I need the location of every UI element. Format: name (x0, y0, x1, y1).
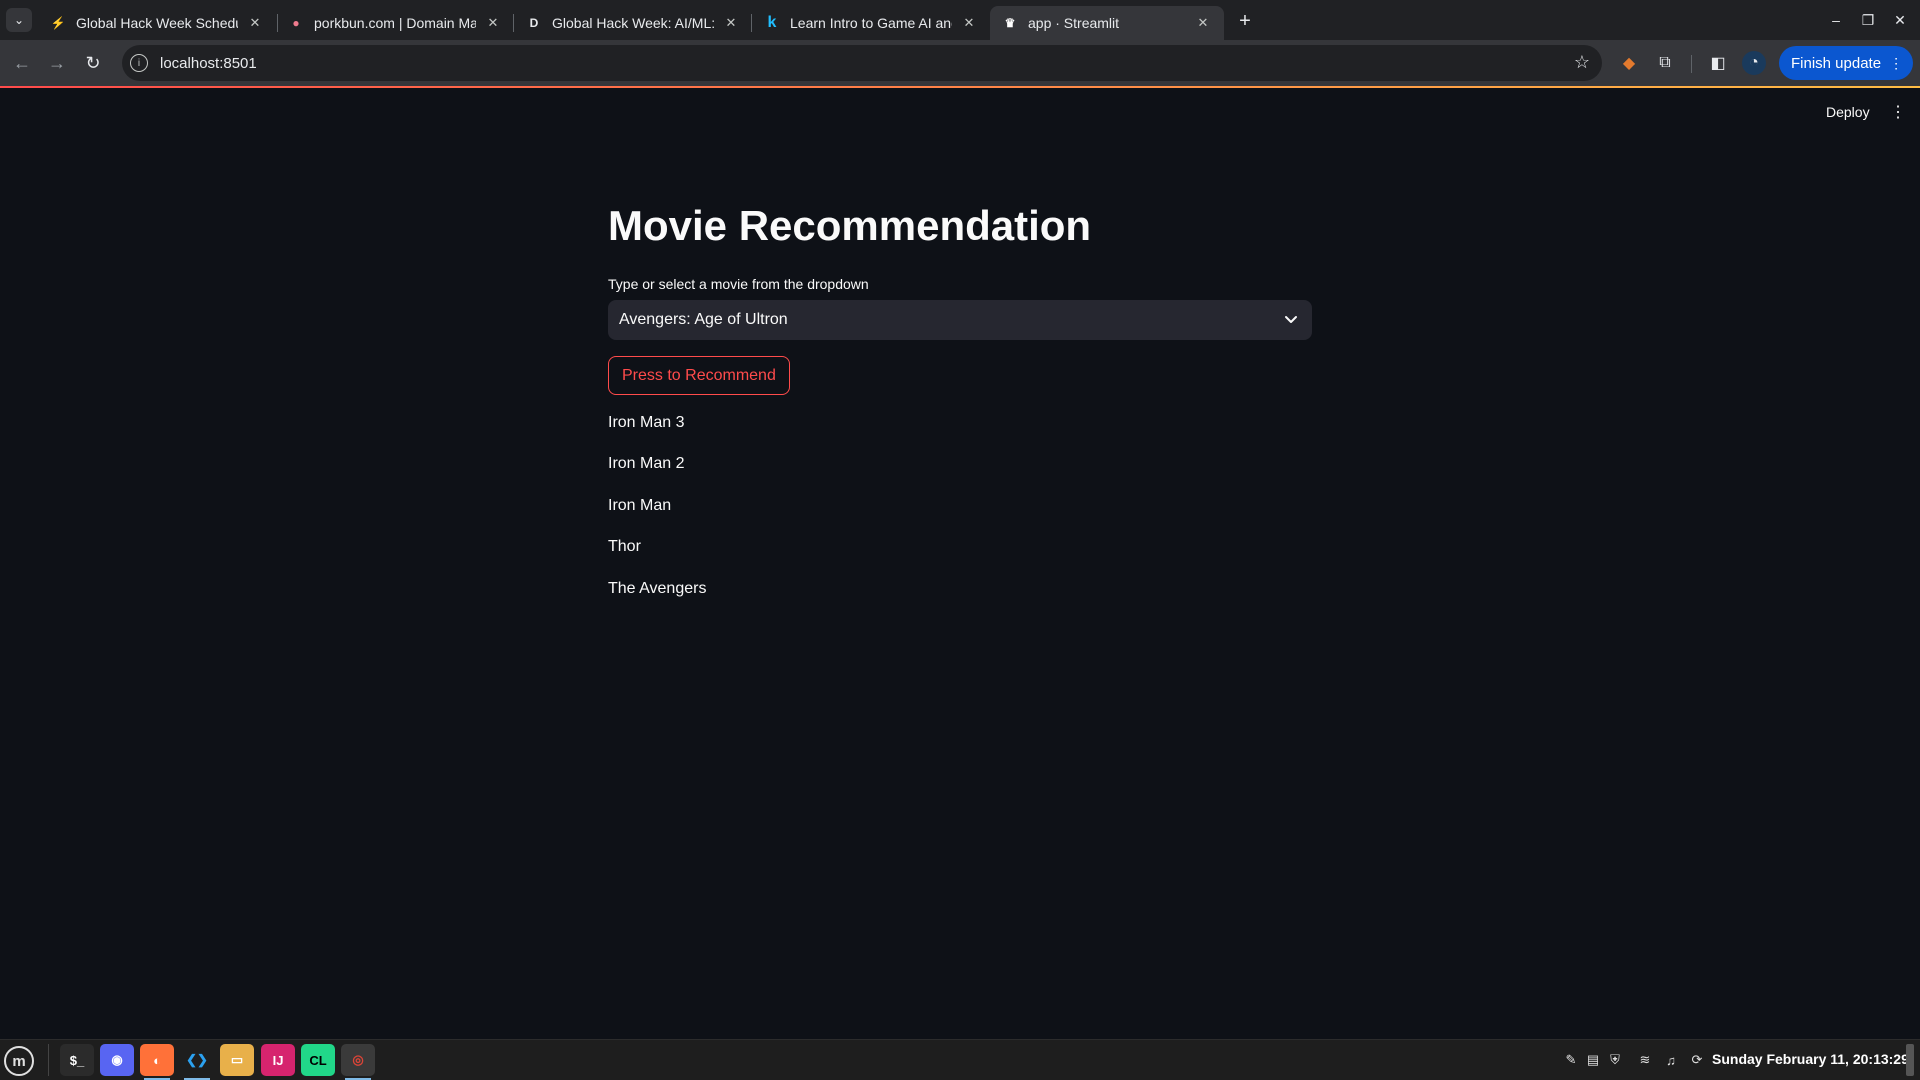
url-text[interactable]: localhost:8501 (160, 55, 257, 72)
tab-close-icon[interactable]: ✕ (1194, 14, 1212, 32)
recommendation-item: Thor (608, 538, 641, 555)
reload-button[interactable]: ↻ (79, 49, 107, 77)
main-menu-icon[interactable]: ⋮ (1888, 100, 1908, 124)
browser-tab-strip: ⌄ ⚡ Global Hack Week Schedule ✕ ● porkbu… (0, 0, 1920, 40)
back-button[interactable]: ← (8, 49, 36, 77)
select-label: Type or select a movie from the dropdown (608, 276, 869, 292)
recommendation-item: Iron Man (608, 497, 672, 514)
window-minimize-button[interactable]: – (1824, 8, 1848, 32)
pig-icon: ● (292, 16, 300, 30)
window-close-button[interactable]: ✕ (1888, 8, 1912, 32)
tab-close-icon[interactable]: ✕ (960, 14, 978, 32)
intellij-icon[interactable]: IJ (261, 1044, 295, 1076)
window-restore-button[interactable]: ❐ (1856, 8, 1880, 32)
profile-avatar-icon[interactable]: ◔ (1742, 51, 1766, 75)
updates-tray-icon[interactable]: ⟳ (1688, 1051, 1706, 1069)
tab-search-button[interactable]: ⌄ (6, 8, 32, 32)
plus-icon: + (1239, 9, 1251, 32)
more-vertical-icon: ⋮ (1889, 54, 1904, 71)
extensions-puzzle-icon[interactable]: ⧉ (1653, 51, 1677, 75)
tab-porkbun[interactable]: ● porkbun.com | Domain Mana ✕ (276, 6, 514, 40)
restore-icon: ❐ (1861, 11, 1875, 28)
site-info-icon[interactable]: i (130, 54, 148, 72)
d-logo-icon: D (529, 16, 539, 30)
streamlit-crown-icon: ♛ (1004, 16, 1016, 30)
minimize-icon: – (1832, 12, 1840, 28)
tab-close-icon[interactable]: ✕ (722, 14, 740, 32)
evernote-tray-icon[interactable]: ✎ (1562, 1051, 1580, 1069)
new-tab-button[interactable]: + (1232, 8, 1258, 34)
chevron-down-icon (1285, 316, 1297, 323)
page-title: Movie Recommendation (608, 202, 1092, 249)
clion-icon[interactable]: CL (301, 1044, 335, 1076)
wifi-icon[interactable]: ≋ (1636, 1051, 1654, 1069)
bolt-icon: ⚡ (50, 16, 66, 30)
metamask-extension-icon[interactable]: ◆ (1617, 51, 1641, 75)
arrow-left-icon: ← (13, 52, 31, 73)
arrow-right-icon: → (48, 52, 66, 73)
discord-icon[interactable]: ◉ (100, 1044, 134, 1076)
shield-icon[interactable]: ⛨ (1606, 1051, 1624, 1069)
close-icon: ✕ (1894, 11, 1906, 28)
tab-learn-intro-game-ai[interactable]: k Learn Intro to Game AI and R ✕ (752, 6, 990, 40)
address-bar[interactable]: i localhost:8501 ☆ (122, 45, 1602, 81)
music-note-icon[interactable]: ♫ (1662, 1051, 1680, 1069)
terminal-icon[interactable]: $_ (60, 1044, 94, 1076)
selected-movie: Avengers: Age of Ultron (619, 311, 788, 328)
movie-selectbox[interactable]: Avengers: Age of Ultron (608, 300, 1312, 340)
os-taskbar: m $_ ◉ ◐ ❮❯ ▭ IJ CL ◎ ✎ ▤ ⛨ ≋ ♫ ⟳ Sunday… (0, 1039, 1920, 1080)
streamlit-app: Deploy ⋮ Movie Recommendation Type or se… (0, 88, 1920, 1039)
recommendation-item: Iron Man 3 (608, 414, 685, 431)
files-icon[interactable]: ▭ (220, 1044, 254, 1076)
tab-global-hack-week-schedule[interactable]: ⚡ Global Hack Week Schedule ✕ (38, 6, 276, 40)
browser-toolbar: ← → ↻ i localhost:8501 ☆ ◆ ⧉ ◧ ◔ Finish … (0, 40, 1920, 86)
finish-update-button[interactable]: Finish update ⋮ (1779, 46, 1913, 80)
screen: ⌄ ⚡ Global Hack Week Schedule ✕ ● porkbu… (0, 0, 1920, 1080)
chevron-down-icon: ⌄ (13, 13, 25, 27)
menu-start-button[interactable]: m (4, 1046, 34, 1076)
forward-button[interactable]: → (43, 49, 71, 77)
side-panel-icon[interactable]: ◧ (1706, 51, 1730, 75)
deploy-button[interactable]: Deploy (1818, 100, 1878, 124)
bookmark-star-icon[interactable]: ☆ (1574, 52, 1590, 73)
recommendation-item: Iron Man 2 (608, 455, 685, 472)
recommend-button[interactable]: Press to Recommend (608, 356, 790, 395)
chrome-icon[interactable]: ◎ (341, 1044, 375, 1080)
firefox-icon[interactable]: ◐ (140, 1044, 174, 1080)
k-logo-icon: k (767, 14, 777, 31)
tab-close-icon[interactable]: ✕ (484, 14, 502, 32)
recommendation-item: The Avengers (608, 580, 707, 597)
vscode-icon[interactable]: ❮❯ (180, 1044, 214, 1080)
tab-close-icon[interactable]: ✕ (246, 14, 264, 32)
linux-mint-logo-icon: m (12, 1052, 26, 1070)
show-desktop-button[interactable] (1906, 1044, 1914, 1076)
reload-icon: ↻ (85, 52, 101, 73)
tab-app-streamlit[interactable]: ♛ app · Streamlit ✕ (990, 6, 1224, 40)
clock[interactable]: Sunday February 11, 20:13:29 (1712, 1051, 1909, 1067)
tab-global-hack-week-ai-ml[interactable]: D Global Hack Week: AI/ML: Sp ✕ (514, 6, 752, 40)
clipboard-tray-icon[interactable]: ▤ (1584, 1051, 1602, 1069)
